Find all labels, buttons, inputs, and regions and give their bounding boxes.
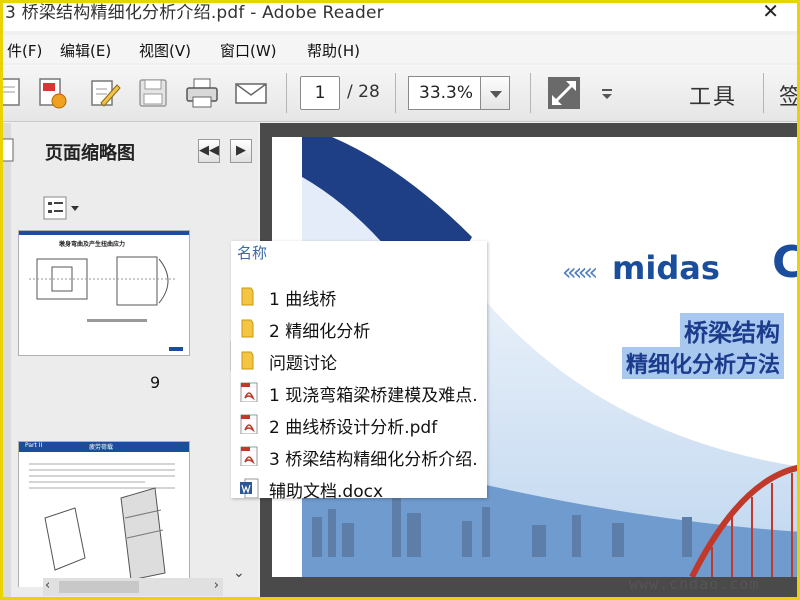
zoom-dropdown-button[interactable] <box>480 76 510 110</box>
screenshot-frame: 3 桥梁结构精细化分析介绍.pdf - Adobe Reader ✕ 件(F) … <box>0 0 800 600</box>
file-list-popup: 名称 1 曲线桥 2 精细化分析 问题讨论 1 现浇弯箱梁桥建模及难点. 2 曲… <box>231 241 487 502</box>
fit-page-icon[interactable] <box>546 75 582 111</box>
pdf-file-icon <box>240 414 258 434</box>
list-item-pdf[interactable]: 3 桥梁结构精细化分析介绍. <box>237 443 487 470</box>
thumbnail-drawing <box>29 256 177 322</box>
name-column-header[interactable]: 名称 <box>237 242 267 263</box>
menu-window[interactable]: 窗口(W) <box>220 40 277 61</box>
scroll-right-icon[interactable]: › <box>214 578 219 593</box>
menu-file[interactable]: 件(F) <box>7 40 42 61</box>
thumbnail-header-bar: Part II 疲劳荷载 <box>19 442 189 452</box>
menu-edit[interactable]: 编辑(E) <box>60 40 111 61</box>
folder-icon <box>241 319 254 338</box>
toolbar-separator <box>530 73 531 113</box>
thumbnail-header-bar <box>19 231 189 235</box>
list-item-docx[interactable]: 辅助文档.docx <box>237 475 487 502</box>
file-name: 2 精细化分析 <box>269 322 371 342</box>
close-icon[interactable]: ✕ <box>762 3 779 23</box>
page-number-input[interactable]: 1 <box>300 76 340 110</box>
pdf-file-icon <box>240 382 258 402</box>
toolbar: 1 / 28 33.3% 工具 签 <box>3 65 797 122</box>
folder-icon <box>241 287 254 306</box>
brand-letter: C <box>772 237 797 288</box>
list-item-folder[interactable]: 问题讨论 <box>237 347 487 374</box>
list-item-folder[interactable]: 2 精细化分析 <box>237 315 487 342</box>
thumbnail-page-number: 9 <box>150 373 161 392</box>
document-title-line1[interactable]: 桥梁结构 <box>680 313 784 348</box>
scroll-down-icon[interactable]: ⌄ <box>233 565 245 581</box>
thumbnail-heading: 疲劳荷载 <box>89 444 114 451</box>
save-icon[interactable] <box>135 75 171 111</box>
edit-icon[interactable] <box>87 75 123 111</box>
collapse-left-button[interactable]: ◀◀ <box>198 139 220 163</box>
panel-title: 页面缩略图 <box>45 143 135 164</box>
page-icon[interactable] <box>3 137 17 165</box>
title-bar: 3 桥梁结构精细化分析介绍.pdf - Adobe Reader ✕ <box>3 3 797 31</box>
window-title: 3 桥梁结构精细化分析介绍.pdf - Adobe Reader <box>5 3 384 23</box>
thumbnails-panel: 页面缩略图 ◀◀ ▶ 墩身弯曲及产生扭曲应力 9 Part II 疲劳荷载 ⌄ … <box>3 123 258 597</box>
file-name: 辅助文档.docx <box>269 482 384 502</box>
email-icon[interactable] <box>233 75 269 111</box>
brand-chevrons: ««« <box>562 258 598 286</box>
toolbar-separator <box>763 73 764 113</box>
create-pdf-icon[interactable] <box>35 75 71 111</box>
page-total: / 28 <box>347 82 380 102</box>
menu-bar: 件(F) 编辑(E) 视图(V) 窗口(W) 帮助(H) <box>3 35 797 63</box>
thumbnail-h-scrollbar[interactable]: ‹ › <box>43 578 223 596</box>
document-title-line2[interactable]: 精细化分析方法 <box>622 347 785 379</box>
scroll-left-icon[interactable]: ‹ <box>45 578 50 593</box>
thumbnail-part-tag: Part II <box>25 442 43 449</box>
page-thumbnail[interactable]: Part II 疲劳荷载 <box>18 441 190 587</box>
file-name: 1 现浇弯箱梁桥建模及难点. <box>269 386 478 406</box>
thumbnail-drawing <box>29 463 175 581</box>
sign-button[interactable]: 签 <box>779 79 797 111</box>
menu-help[interactable]: 帮助(H) <box>307 40 360 61</box>
list-item-pdf[interactable]: 2 曲线桥设计分析.pdf <box>237 411 487 438</box>
file-name: 2 曲线桥设计分析.pdf <box>269 418 438 438</box>
file-name: 问题讨论 <box>269 354 337 374</box>
tools-button[interactable]: 工具 <box>689 79 737 111</box>
watermark: www.cndao.com <box>629 575 760 593</box>
list-item-pdf[interactable]: 1 现浇弯箱梁桥建模及难点. <box>237 379 487 406</box>
page-thumbnail[interactable]: 墩身弯曲及产生扭曲应力 <box>18 230 190 356</box>
thumbnail-footer-tag <box>169 347 183 351</box>
collapse-right-button[interactable]: ▶ <box>230 139 252 163</box>
brand-name: midas <box>612 249 720 287</box>
print-icon[interactable] <box>184 75 220 111</box>
panel-strip <box>3 123 11 597</box>
list-item-folder[interactable]: 1 曲线桥 <box>237 283 487 310</box>
file-name: 3 桥梁结构精细化分析介绍. <box>269 450 478 470</box>
scrollbar-thumb[interactable] <box>59 581 139 593</box>
folder-icon <box>241 351 254 370</box>
open-icon[interactable] <box>0 75 29 111</box>
pdf-file-icon <box>240 446 258 466</box>
more-tools-dropdown-icon[interactable] <box>597 75 617 111</box>
zoom-input[interactable]: 33.3% <box>408 76 480 110</box>
thumbnail-heading: 墩身弯曲及产生扭曲应力 <box>59 241 126 248</box>
menu-view[interactable]: 视图(V) <box>139 40 191 61</box>
file-name: 1 曲线桥 <box>269 290 337 310</box>
word-file-icon <box>240 478 259 498</box>
toolbar-separator <box>395 73 396 113</box>
thumbnail-options-icon[interactable] <box>43 196 83 220</box>
toolbar-separator <box>286 73 287 113</box>
